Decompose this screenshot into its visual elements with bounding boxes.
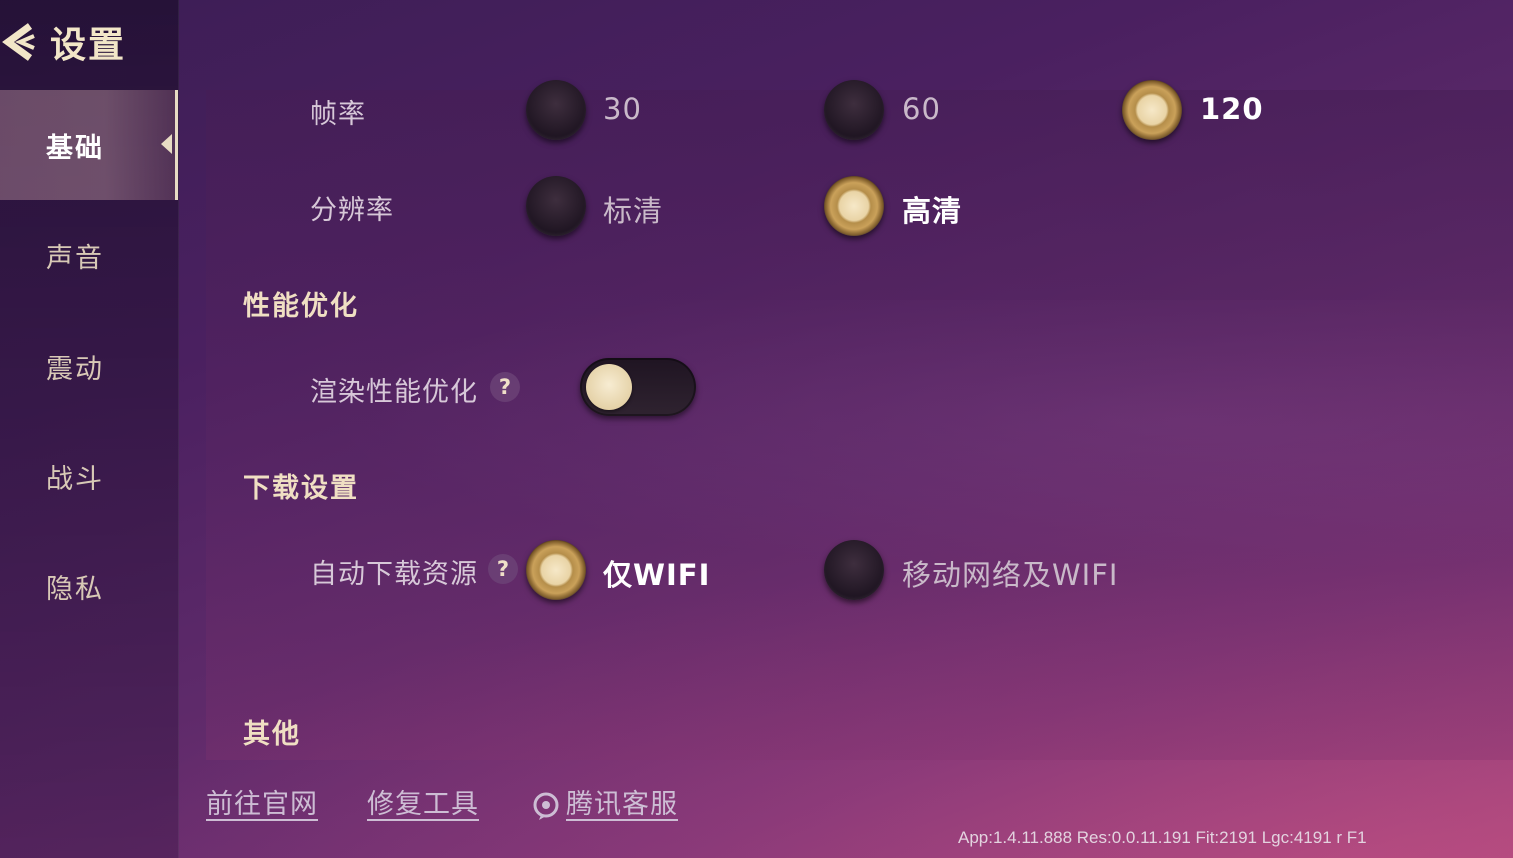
customer-service-link[interactable]: 腾讯客服 bbox=[530, 782, 678, 822]
official-site-link[interactable]: 前往官网 bbox=[206, 782, 318, 821]
sidebar: 设置 基础 声音 震动 战斗 隐私 bbox=[0, 0, 179, 858]
resolution-label: 分辨率 bbox=[310, 195, 394, 226]
sidebar-item-sound[interactable]: 声音 bbox=[0, 200, 178, 310]
download-section-title: 下载设置 bbox=[243, 473, 359, 504]
sidebar-item-label: 声音 bbox=[46, 242, 104, 274]
wifi-only-radio[interactable] bbox=[526, 540, 586, 600]
frame-rate-60-label: 60 bbox=[902, 92, 941, 126]
resolution-sd-label: 标清 bbox=[603, 194, 664, 228]
other-section-title: 其他 bbox=[243, 719, 301, 750]
sidebar-item-label: 震动 bbox=[46, 353, 104, 385]
performance-section-title: 性能优化 bbox=[243, 291, 359, 322]
sidebar-item-privacy[interactable]: 隐私 bbox=[0, 531, 178, 641]
frame-rate-120-radio[interactable] bbox=[1122, 80, 1182, 140]
sidebar-item-label: 隐私 bbox=[46, 573, 104, 605]
version-info: App:1.4.11.888 Res:0.0.11.191 Fit:2191 L… bbox=[958, 828, 1367, 847]
help-icon[interactable]: ? bbox=[490, 372, 520, 402]
header: 设置 bbox=[0, 14, 178, 70]
repair-tool-link[interactable]: 修复工具 bbox=[367, 782, 479, 821]
frame-rate-label: 帧率 bbox=[310, 99, 366, 130]
toggle-knob bbox=[586, 364, 632, 410]
customer-service-label: 腾讯客服 bbox=[566, 789, 678, 820]
frame-rate-120-label: 120 bbox=[1200, 92, 1264, 126]
sidebar-item-battle[interactable]: 战斗 bbox=[0, 421, 178, 531]
sidebar-item-basic[interactable]: 基础 bbox=[0, 90, 178, 200]
sidebar-item-vibration[interactable]: 震动 bbox=[0, 311, 178, 421]
resolution-hd-label: 高清 bbox=[902, 194, 963, 228]
sidebar-item-label: 战斗 bbox=[46, 463, 104, 495]
mobile-and-wifi-label: 移动网络及WIFI bbox=[902, 558, 1119, 592]
resolution-hd-radio[interactable] bbox=[824, 176, 884, 236]
page-title: 设置 bbox=[50, 25, 127, 66]
resolution-sd-radio[interactable] bbox=[526, 176, 586, 236]
help-icon[interactable]: ? bbox=[488, 554, 518, 584]
render-optimization-toggle[interactable] bbox=[580, 358, 696, 416]
customer-service-icon bbox=[533, 792, 559, 820]
frame-rate-60-radio[interactable] bbox=[824, 80, 884, 140]
auto-download-label: 自动下载资源 bbox=[310, 559, 478, 590]
back-arrow-icon[interactable] bbox=[0, 20, 38, 64]
sidebar-item-label: 基础 bbox=[46, 132, 104, 164]
wifi-only-label: 仅WIFI bbox=[603, 558, 711, 592]
mobile-and-wifi-radio[interactable] bbox=[824, 540, 884, 600]
frame-rate-30-radio[interactable] bbox=[526, 80, 586, 140]
frame-rate-30-label: 30 bbox=[603, 92, 642, 126]
render-optimization-label: 渲染性能优化 bbox=[310, 377, 478, 408]
active-indicator bbox=[161, 134, 172, 154]
